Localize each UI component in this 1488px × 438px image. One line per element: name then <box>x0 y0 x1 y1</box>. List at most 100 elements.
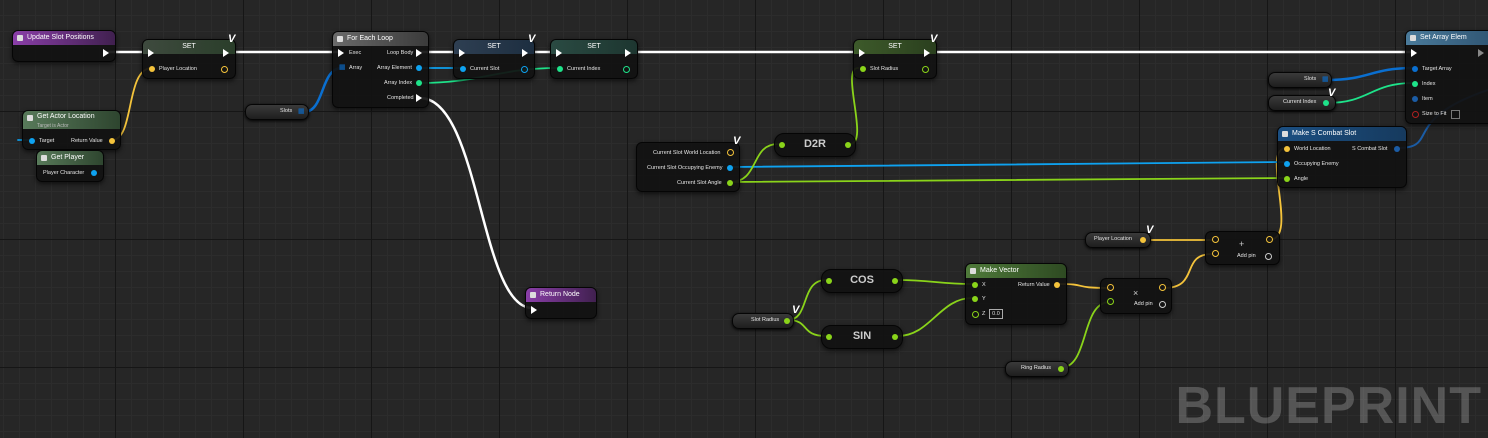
float-in-pin[interactable] <box>1107 298 1114 305</box>
set-current-slot-node[interactable]: SET Current Slot <box>453 39 535 79</box>
world-location-in-pin[interactable] <box>1284 146 1290 152</box>
add-pin-button[interactable]: Add pin <box>1134 300 1153 308</box>
make-vector-node[interactable]: Make Vector X Return Value Y Z 0.0 <box>965 263 1067 325</box>
vector-out-pin[interactable] <box>221 66 228 73</box>
set-slot-radius-node[interactable]: SET Slot Radius <box>853 39 937 79</box>
vector-out-pin[interactable] <box>1266 236 1273 243</box>
pin-label: Size to Fit <box>1422 111 1447 117</box>
int-out-pin[interactable] <box>1323 100 1329 106</box>
vector-in-pin[interactable] <box>1107 284 1114 291</box>
vector-in-pin[interactable] <box>1212 250 1219 257</box>
slots-variable-node-2[interactable]: Slots ▦ <box>1268 72 1332 88</box>
variable-icon: V <box>733 135 741 147</box>
array-element-out-pin[interactable] <box>416 65 422 71</box>
node-title: Get Player <box>51 154 85 161</box>
index-in-pin[interactable] <box>1412 81 1418 87</box>
x-in-pin[interactable] <box>972 282 978 288</box>
vector-out-pin[interactable] <box>1140 237 1146 243</box>
occupying-enemy-in-pin[interactable] <box>1284 161 1290 167</box>
size-to-fit-checkbox[interactable] <box>1451 110 1460 119</box>
angle-in-pin[interactable] <box>1284 176 1290 182</box>
set-player-location-node[interactable]: SET Player Location <box>142 39 236 79</box>
pin-label: Return Value <box>1018 282 1050 288</box>
exec-in-pin[interactable] <box>859 49 865 57</box>
node-header: Make Vector <box>966 264 1066 278</box>
float-out-pin[interactable] <box>845 142 851 148</box>
set-current-index-node[interactable]: SET Current Index <box>550 39 638 79</box>
float-out-pin[interactable] <box>1058 366 1064 372</box>
for-each-loop-node[interactable]: For Each Loop Exec Loop Body ▦ Array Arr… <box>332 31 429 108</box>
current-index-variable-node[interactable]: Current Index <box>1268 95 1336 111</box>
object-in-pin[interactable] <box>460 66 466 72</box>
z-value-input[interactable]: 0.0 <box>989 309 1003 319</box>
exec-out-pin[interactable] <box>103 49 109 57</box>
slots-variable-node[interactable]: Slots ▦ <box>245 104 309 120</box>
exec-out-pin[interactable] <box>223 49 229 57</box>
set-array-elem-node[interactable]: Set Array Elem Target Array Index Item S… <box>1405 30 1488 124</box>
struct-out-pin[interactable] <box>1394 146 1400 152</box>
slot-radius-variable-node[interactable]: Slot Radius <box>732 313 794 329</box>
node-title: SET <box>487 43 501 50</box>
target-array-in-pin[interactable] <box>1412 66 1418 72</box>
exec-in-pin[interactable] <box>148 49 154 57</box>
blueprint-graph-canvas[interactable]: Update Slot Positions SET Player Locatio… <box>0 0 1488 438</box>
vector-out-pin[interactable] <box>1159 284 1166 291</box>
exec-in-pin[interactable] <box>338 49 344 57</box>
update-slot-positions-node[interactable]: Update Slot Positions <box>12 30 116 62</box>
completed-out-pin[interactable] <box>416 94 422 102</box>
multiply-node[interactable]: × Add pin <box>1100 278 1172 314</box>
vector-out-pin[interactable] <box>1054 282 1060 288</box>
node-header: Get Player <box>37 151 103 165</box>
object-out-pin[interactable] <box>91 170 97 176</box>
vector-in-pin[interactable] <box>1212 236 1219 243</box>
function-icon <box>41 155 47 161</box>
vector-in-pin[interactable] <box>149 66 155 72</box>
return-node[interactable]: Return Node <box>525 287 597 319</box>
player-location-variable-node[interactable]: Player Location <box>1085 232 1151 248</box>
float-out-pin[interactable] <box>784 318 790 324</box>
array-index-out-pin[interactable] <box>416 80 422 86</box>
float-out-pin[interactable] <box>892 334 898 340</box>
size-to-fit-in-pin[interactable] <box>1412 111 1419 118</box>
sin-node[interactable]: SIN <box>821 325 903 349</box>
get-player-node[interactable]: Get Player Player Character <box>36 150 104 182</box>
make-combat-slot-node[interactable]: Make S Combat Slot World Location S Comb… <box>1277 126 1407 188</box>
vector-out-pin[interactable] <box>109 138 115 144</box>
ring-radius-variable-node[interactable]: Ring Radius <box>1005 361 1069 377</box>
pin-label: Player Location <box>159 66 197 72</box>
float-out-pin[interactable] <box>892 278 898 284</box>
y-in-pin[interactable] <box>972 296 978 302</box>
exec-out-pin[interactable] <box>522 49 528 57</box>
array-wire <box>1325 66 1416 82</box>
float-in-pin[interactable] <box>860 66 866 72</box>
add-pin-icon[interactable] <box>1159 301 1166 308</box>
d2r-node[interactable]: D2R <box>774 133 856 157</box>
add-pin-button[interactable]: Add pin <box>1237 252 1256 260</box>
pin-label: Target <box>39 138 55 144</box>
vector-out-pin[interactable] <box>727 149 734 156</box>
loop-body-out-pin[interactable] <box>416 49 422 57</box>
add-pin-icon[interactable] <box>1265 253 1272 260</box>
get-actor-location-node[interactable]: Get Actor Location Target is Actor Targe… <box>22 110 121 150</box>
cos-node[interactable]: COS <box>821 269 903 293</box>
exec-out-pin[interactable] <box>1478 49 1484 57</box>
exec-out-pin[interactable] <box>924 49 930 57</box>
int-out-pin[interactable] <box>623 66 630 73</box>
current-slot-getter-node[interactable]: Current Slot World Location Current Slot… <box>636 142 740 192</box>
object-out-pin[interactable] <box>521 66 528 73</box>
int-in-pin[interactable] <box>557 66 563 72</box>
exec-out-pin[interactable] <box>625 49 631 57</box>
add-node[interactable]: + Add pin <box>1205 231 1280 265</box>
pin-label: Current Slot World Location <box>653 150 721 156</box>
item-in-pin[interactable] <box>1412 96 1418 102</box>
z-in-pin[interactable] <box>972 311 979 318</box>
float-out-pin[interactable] <box>727 180 733 186</box>
exec-in-pin[interactable] <box>556 49 562 57</box>
pin-label: Completed <box>387 95 414 101</box>
exec-in-pin[interactable] <box>459 49 465 57</box>
object-out-pin[interactable] <box>727 165 733 171</box>
target-in-pin[interactable] <box>29 138 35 144</box>
exec-in-pin[interactable] <box>531 306 537 314</box>
exec-in-pin[interactable] <box>1411 49 1417 57</box>
float-out-pin[interactable] <box>922 66 929 73</box>
